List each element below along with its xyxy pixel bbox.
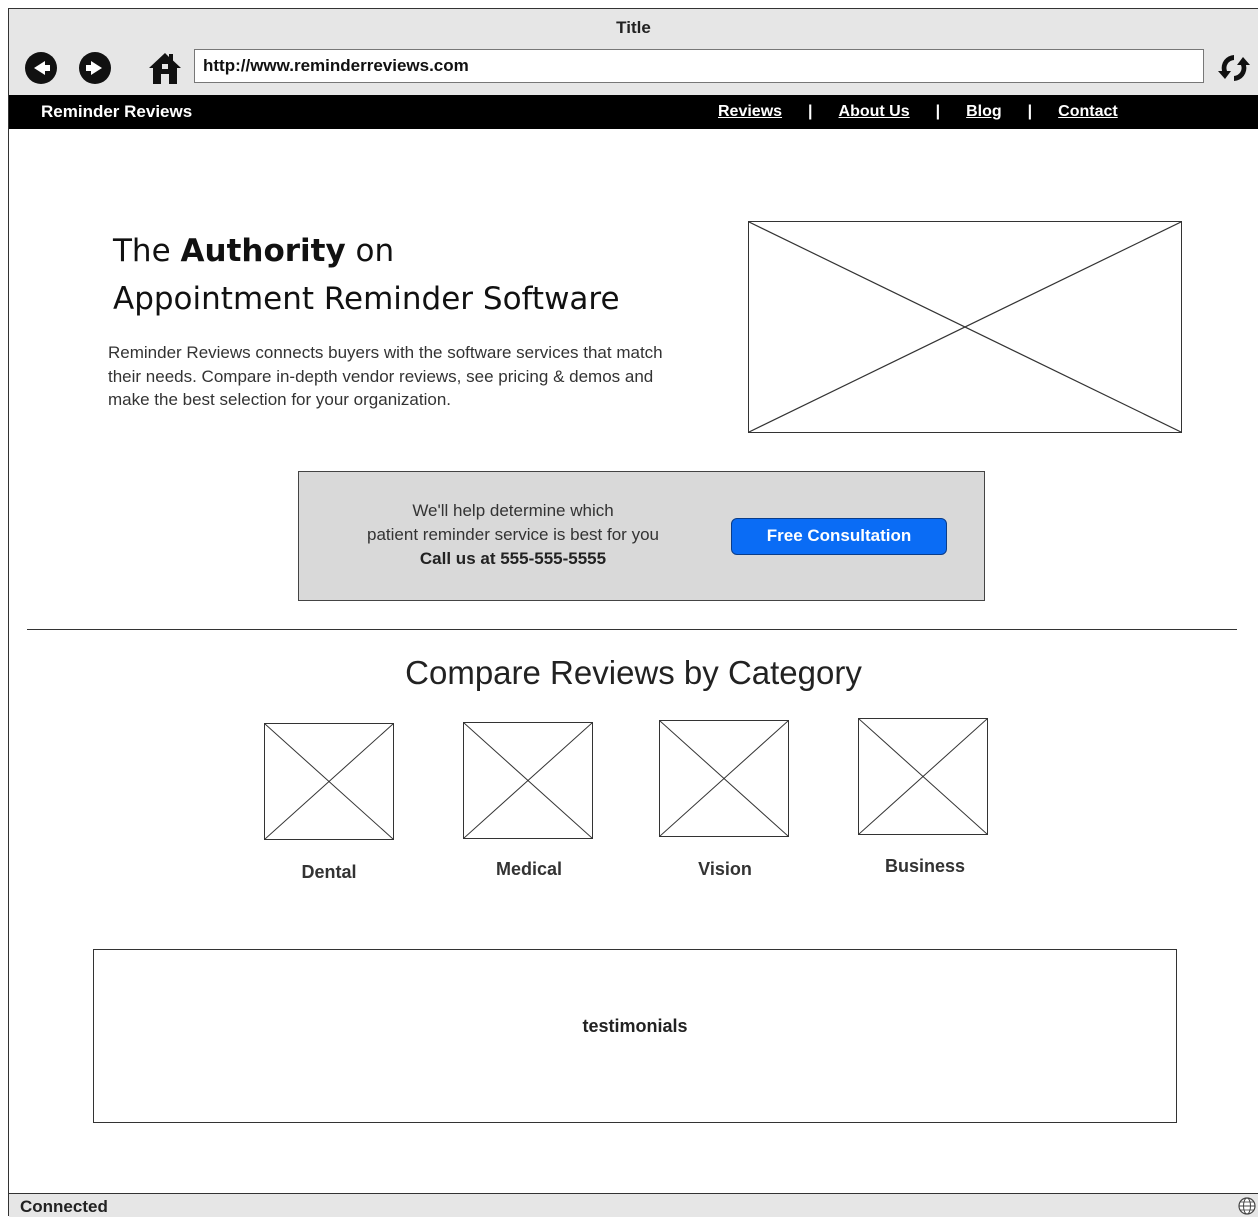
cta-line-1: We'll help determine which [412,501,614,520]
hero-headline: The Authority on Appointment Reminder So… [113,227,620,323]
category-medical-image[interactable] [463,722,593,839]
category-business-image[interactable] [858,718,988,835]
nav-separator: | [935,103,941,120]
nav-link-contact[interactable]: Contact [1058,103,1118,120]
headline-post: on [345,233,395,269]
headline-line2: Appointment Reminder Software [113,281,620,317]
browser-window: Title http://www.reminderreviews.com Rem… [8,8,1258,1217]
nav-link-blog[interactable]: Blog [966,103,1002,120]
refresh-icon[interactable] [1217,51,1251,85]
consultation-panel: We'll help determine which patient remin… [298,471,985,601]
home-icon[interactable] [147,51,183,85]
forward-arrow-icon[interactable] [79,52,111,84]
section-divider [27,629,1237,630]
nav-separator: | [808,103,813,120]
category-medical-label[interactable]: Medical [449,859,609,880]
category-vision-label[interactable]: Vision [645,859,805,880]
globe-icon [1238,1197,1256,1215]
nav-link-about-us[interactable]: About Us [839,103,910,120]
cta-line-2: patient reminder service is best for you [367,525,659,544]
category-dental-label[interactable]: Dental [249,862,409,883]
site-brand[interactable]: Reminder Reviews [41,102,192,122]
site-navbar: Reminder Reviews Reviews | About Us | Blog | C… [9,95,1258,129]
back-arrow-icon[interactable] [25,52,57,84]
category-business-label[interactable]: Business [845,856,1005,877]
nav-separator: | [1027,103,1033,120]
cta-text: We'll help determine which patient remin… [343,499,683,571]
headline-pre: The [113,233,181,269]
nav-links: Reviews | About Us | Blog | Contact [718,103,1118,121]
category-dental-image[interactable] [264,723,394,840]
headline-bold: Authority [180,233,346,269]
status-text: Connected [20,1197,108,1216]
category-vision-image[interactable] [659,720,789,837]
hero-image-placeholder [748,221,1182,433]
hero-description: Reminder Reviews connects buyers with th… [108,343,663,409]
testimonials-label: testimonials [582,1016,688,1036]
window-title: Title [616,18,651,37]
nav-link-reviews[interactable]: Reviews [718,103,782,120]
browser-titlebar: Title http://www.reminderreviews.com [9,9,1258,95]
testimonials-box: testimonials [93,949,1177,1123]
browser-statusbar: Connected [9,1193,1258,1217]
cta-phone-text: Call us at 555-555-5555 [419,549,607,568]
categories-title: Compare Reviews by Category [405,654,862,691]
cta-phone: Call us at 555-555-5555 [343,547,683,571]
free-consultation-button[interactable]: Free Consultation [731,518,947,555]
address-bar-input[interactable]: http://www.reminderreviews.com [194,49,1204,83]
